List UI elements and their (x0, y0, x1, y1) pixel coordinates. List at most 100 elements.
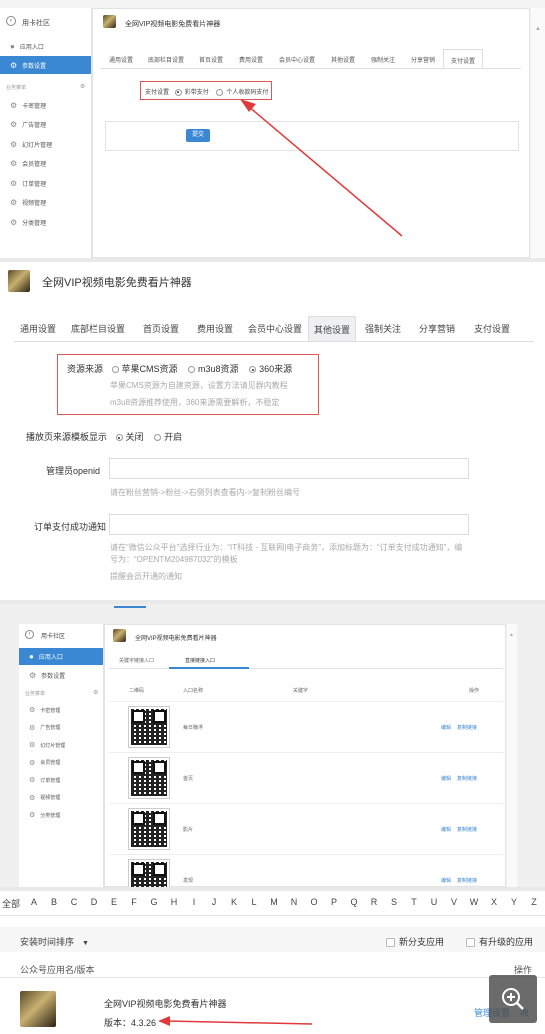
option-label: 开启 (164, 432, 183, 442)
display-option-off[interactable]: 关闭 (115, 432, 144, 442)
copy-link[interactable]: 复制链接 (457, 826, 477, 833)
source-option-360[interactable]: 360来源 (249, 364, 292, 374)
gear-icon: ⚙ (29, 670, 37, 680)
radio-icon (111, 366, 119, 374)
table-row: 发现 编辑 复制链接 (109, 854, 503, 887)
sidebar-item-business[interactable]: ⚙ 订单管理 (19, 774, 103, 786)
notify-label: 订单支付成功通知 (34, 522, 107, 532)
table-row: 首页 编辑 复制链接 (109, 752, 503, 802)
gear-icon: ⚙ (29, 794, 36, 802)
option-label: 苹果CMS资源 (121, 364, 178, 374)
tab-1[interactable]: 底部栏目设置 (62, 316, 134, 341)
sidebar-item-label: 订单管理 (40, 777, 61, 784)
openid-input[interactable] (109, 458, 469, 479)
source-option-cms[interactable]: 苹果CMS资源 (111, 364, 178, 374)
openid-hint: 请在粉丝营销->粉丝->右侧列表查看内->复制粉丝编号 (110, 488, 301, 497)
sidebar-item-business[interactable]: ⚙ 分类管理 (19, 809, 103, 821)
chat-icon: ● (29, 652, 34, 661)
notify-input[interactable] (109, 514, 469, 535)
qrcode-image[interactable] (128, 859, 170, 887)
notify-hint-2: 提醒会员开通的通知 (110, 572, 182, 581)
sidebar-item-params[interactable]: ⚙ 参数设置 (19, 668, 103, 682)
sidebar: ‹ 用卡社区 ● 应用入口 ⚙ 参数设置 业务菜单 ⚙ ⚙ 卡密管理 ⚙ 广告管理 ⚙ 幻灯片… (19, 624, 104, 887)
settings-tabs: 通用设置 底部栏目设置 首页设置 费用设置 会员中心设置 其他设置 强制关注 分享营销 支付设置 (14, 316, 534, 342)
other-settings-screenshot: 全网VIP视频电影免费看片神器 通用设置 底部栏目设置 首页设置 费用设置 会员中心设置… (0, 262, 545, 600)
entry-name: 首页 (183, 776, 194, 782)
sidebar-item-business[interactable]: ⚙ 幻灯片管理 (19, 739, 103, 751)
sidebar-item-business[interactable]: ⚙ 广告管理 (19, 722, 103, 734)
notify-hint: 请在“微信公众平台”选择行业为：“IT科技 - 互联网|电子商务”，添加标题为：… (110, 543, 463, 564)
qrcode-image[interactable] (128, 808, 170, 850)
copy-link[interactable]: 复制链接 (457, 724, 477, 731)
sidebar-item-label: 会员管理 (40, 760, 61, 766)
edit-link[interactable]: 编辑 (441, 724, 451, 731)
edit-link[interactable]: 编辑 (441, 775, 451, 782)
source-label: 资源来源 (67, 364, 104, 374)
sidebar-item-business[interactable]: ⚙ 会员管理 (19, 757, 103, 769)
sidebar-item-label: 参数设置 (41, 673, 66, 680)
source-option-m3u8[interactable]: m3u8资源 (188, 364, 239, 374)
col-action: 操作 (469, 688, 480, 694)
tab-0[interactable]: 通用设置 (14, 316, 62, 341)
sidebar-item-label: 幻灯片管理 (40, 742, 66, 749)
sidebar-item-label: 卡密管理 (40, 707, 61, 714)
radio-selected-icon (249, 366, 257, 374)
tab-4[interactable]: 会员中心设置 (242, 316, 308, 341)
zoom-in-icon (502, 988, 524, 1010)
tab-8[interactable]: 支付设置 (464, 316, 520, 341)
sidebar-item-business[interactable]: ⚙ 视频管理 (19, 792, 103, 804)
sidebar-item-label: 广告管理 (40, 725, 61, 731)
tab-6[interactable]: 强制关注 (356, 316, 410, 341)
tab-direct-entry[interactable]: 直接链接入口 (185, 657, 215, 664)
sidebar-title: 用卡社区 (41, 634, 66, 640)
sidebar-item-label: 分类管理 (40, 812, 61, 819)
display-option-on[interactable]: 开启 (154, 432, 182, 442)
sidebar-item-label: 应用入口 (38, 655, 63, 661)
tab-5[interactable]: 其他设置 (308, 316, 356, 341)
top-indicator (114, 606, 146, 608)
page-title: 全网VIP视频电影免费看片神器 (135, 636, 217, 642)
gear-icon: ⚙ (29, 707, 36, 714)
col-keyword: 关键字 (293, 688, 309, 694)
gear-icon: ⚙ (29, 742, 36, 749)
source-hint-1: 苹果CMS资源为自建资源，设置方法请见群内教程 (110, 381, 288, 390)
gear-icon: ⚙ (29, 812, 36, 819)
entry-tabs: 关键字链接入口 直接链接入口 (109, 649, 503, 669)
entry-name: 发现 (183, 878, 194, 884)
copy-link[interactable]: 复制链接 (457, 877, 477, 884)
main-content: 全网VIP视频电影免费看片神器 关键字链接入口 直接链接入口 二维码 入口名称 … (104, 624, 506, 887)
gear-icon: ⚙ (29, 777, 36, 784)
page-title: 全网VIP视频电影免费看片神器 (42, 277, 192, 289)
source-row: 资源来源 苹果CMS资源 m3u8资源 360来源 (67, 362, 292, 375)
settings-icon[interactable]: ⚙ (93, 689, 98, 696)
tab-3[interactable]: 费用设置 (188, 316, 242, 341)
edit-link[interactable]: 编辑 (441, 877, 451, 884)
table-row: 每日赚浮 编辑 复制链接 (109, 701, 503, 751)
business-menu-label: 业务菜单 (25, 691, 46, 697)
option-label: 关闭 (125, 432, 144, 442)
col-entry-name: 入口名称 (183, 688, 204, 694)
tab-7[interactable]: 分享营销 (410, 316, 464, 341)
option-label: m3u8资源 (198, 364, 239, 374)
entry-name: 每日赚浮 (183, 725, 204, 731)
option-label: 360来源 (259, 364, 293, 374)
copy-link[interactable]: 复制链接 (457, 775, 477, 782)
scrollbar[interactable]: ▲ (507, 624, 517, 887)
tab-underline (169, 667, 249, 669)
zoom-in-button[interactable] (489, 975, 537, 1023)
app-logo (113, 629, 126, 642)
col-qrcode: 二维码 (129, 688, 145, 694)
payment-settings-screenshot: ‹ 用卡社区 ● 应用入口 ⚙ 参数设置 业务菜单 ⚙ ⚙ 卡密管理 ⚙ 广告管理 ⚙ 幻灯片… (0, 0, 545, 258)
back-icon[interactable]: ‹ (25, 630, 34, 639)
edit-link[interactable]: 编辑 (441, 826, 451, 833)
display-row: 播放页来源模板显示 关闭 开启 (26, 430, 182, 443)
sidebar-item-app-entry[interactable]: ● 应用入口 (19, 648, 103, 665)
qrcode-image[interactable] (128, 706, 170, 748)
sidebar-item-business[interactable]: ⚙ 卡密管理 (19, 704, 103, 716)
tab-2[interactable]: 首页设置 (134, 316, 188, 341)
app-list-screenshot: 全部 A B C D E F G H I J K L M N O P Q R S T U V W X Y Z 安装时间排序 ▼ 新分支… (0, 891, 545, 1034)
qrcode-image[interactable] (128, 757, 170, 799)
radio-icon (154, 434, 162, 442)
tab-keyword-entry[interactable]: 关键字链接入口 (119, 657, 154, 664)
red-arrow (158, 1016, 313, 1026)
